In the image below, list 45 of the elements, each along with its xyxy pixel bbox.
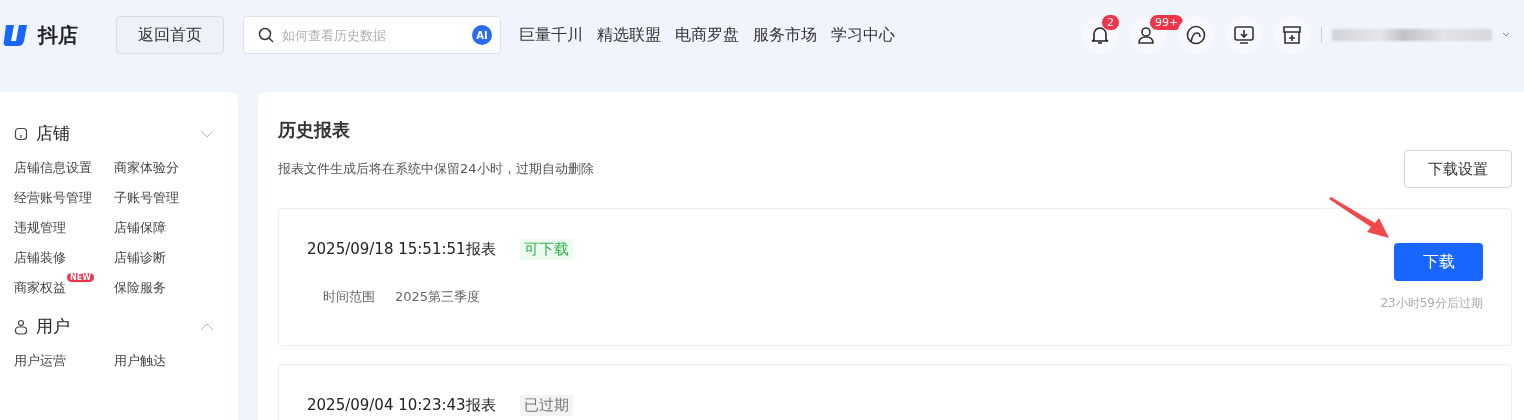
sidebar-link[interactable]: 保险服务 xyxy=(114,279,166,297)
annotation-arrow xyxy=(1327,197,1391,239)
subtitle-text: 报表文件生成后将在系统中保留24小时，过期自动删除 xyxy=(278,160,594,178)
chevron-down-icon xyxy=(1502,32,1510,38)
nav-link[interactable]: 学习中心 xyxy=(831,24,895,46)
search-field[interactable]: 如何查看历史数据 AI xyxy=(243,16,501,54)
sidebar-link[interactable]: 子账号管理 xyxy=(114,189,179,207)
toolbar-button[interactable] xyxy=(1273,16,1311,54)
sidebar-link[interactable]: 违规管理 xyxy=(14,219,66,237)
expiry-text: 23小时59分后过期 xyxy=(1380,295,1483,312)
nav-link[interactable]: 电商罗盘 xyxy=(675,24,739,46)
bell-icon xyxy=(1089,24,1111,46)
sidebar-link[interactable]: 经营账号管理 xyxy=(14,189,92,207)
count-badge: 2 xyxy=(1101,14,1120,31)
range-value: 2025第三季度 xyxy=(395,288,481,306)
page-title: 历史报表 xyxy=(278,118,351,142)
nav-link[interactable]: 巨量千川 xyxy=(519,24,583,46)
sidebar-link[interactable]: 商家权益 xyxy=(14,279,66,297)
sidebar-link[interactable]: 店铺诊断 xyxy=(114,249,166,267)
download-icon xyxy=(1233,24,1255,46)
section-title: 店铺 xyxy=(36,122,70,145)
section-title: 用户 xyxy=(36,315,70,338)
report-title: 2025/09/18 15:51:51报表 xyxy=(307,240,496,259)
toolbar-button[interactable] xyxy=(1225,16,1263,54)
sidebar-link[interactable]: 用户运营 xyxy=(14,352,66,370)
report-title: 2025/09/04 10:23:43报表 xyxy=(307,396,496,415)
sidebar-link[interactable]: 用户触达 xyxy=(114,352,166,370)
logo-text: 抖店 xyxy=(38,21,78,49)
range-label: 时间范围 xyxy=(323,288,375,306)
download-settings-button[interactable]: 下载设置 xyxy=(1404,150,1512,188)
new-badge: NEW xyxy=(67,273,94,282)
toolbar-button[interactable] xyxy=(1177,16,1215,54)
status-tag: 可下载 xyxy=(519,239,573,260)
home-button[interactable]: 返回首页 xyxy=(116,16,224,54)
sidebar-link[interactable]: 店铺装修 xyxy=(14,249,66,267)
sidebar-link[interactable]: 店铺信息设置 xyxy=(14,159,92,177)
nav-link[interactable]: 服务市场 xyxy=(753,24,817,46)
user-icon xyxy=(14,318,28,335)
ai-badge[interactable]: AI xyxy=(472,25,492,45)
sidebar-link[interactable]: 商家体验分 xyxy=(114,159,179,177)
nav-link[interactable]: 精选联盟 xyxy=(597,24,661,46)
status-tag: 已过期 xyxy=(519,395,573,416)
search-icon xyxy=(258,27,274,43)
sidebar-link[interactable]: 店铺保障 xyxy=(114,219,166,237)
download-button[interactable]: 下载 xyxy=(1394,243,1483,281)
